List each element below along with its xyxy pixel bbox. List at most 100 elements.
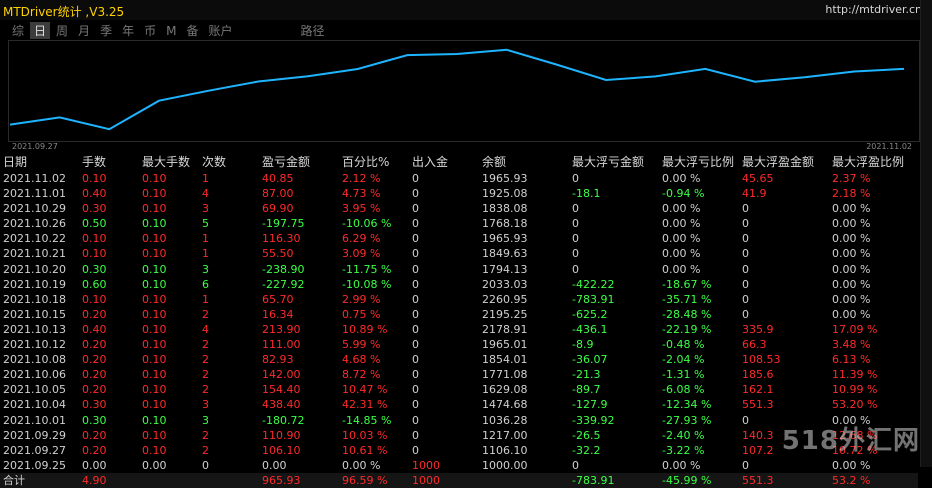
column-header[interactable]: 次数 — [202, 154, 226, 171]
table-cell: 0 — [412, 172, 419, 185]
table-row[interactable]: 2021.10.01 0.30 0.10 3 -180.72 -14.85 % 0 1036.… — [0, 413, 918, 428]
table-cell: 1 — [202, 232, 209, 246]
tab-0[interactable]: 综 — [8, 22, 28, 39]
table-row[interactable]: 2021.09.25 0.00 0.00 0 0.00 0.00 % 1000 1000.00… — [0, 458, 918, 473]
table-row[interactable]: 2021.10.29 0.30 0.10 3 69.90 3.95 % 0 1838.08 0 0… — [0, 201, 918, 216]
table-row[interactable]: 2021.10.08 0.20 0.10 2 82.93 4.68 % 0 1854.01 -3… — [0, 352, 918, 367]
table-row[interactable]: 2021.10.18 0.10 0.10 1 65.70 2.99 % 0 2260.95 -7… — [0, 292, 918, 307]
table-cell: 4.73 % — [342, 187, 381, 201]
table-row[interactable]: 2021.10.26 0.50 0.10 5 -197.75 -10.06 % 0 1768.… — [0, 216, 918, 231]
table-row[interactable]: 2021.10.19 0.60 0.10 6 -227.92 -10.08 % 0 2033.… — [0, 277, 918, 292]
column-header[interactable]: 盈亏金额 — [262, 154, 310, 171]
table-cell: -3.22 % — [662, 443, 705, 457]
tab-5[interactable]: 年 — [118, 22, 138, 39]
table-cell: 1000.00 — [482, 458, 528, 472]
table-cell: -22.19 % — [662, 322, 712, 336]
table-row[interactable]: 2021.10.15 0.20 0.10 2 16.34 0.75 % 0 2195.25 -6… — [0, 307, 918, 322]
table-cell: -21.3 — [572, 368, 601, 382]
table-cell: 0.20 — [82, 443, 107, 457]
table-cell: 0 — [572, 217, 579, 231]
table-cell: 0.00 % — [662, 202, 701, 216]
table-cell: 0.00 % — [832, 217, 871, 231]
table-cell: -27.93 % — [662, 413, 712, 427]
balance-chart: 2021.09.27 2021.11.02 — [8, 40, 920, 152]
table-row[interactable]: 2021.10.04 0.30 0.10 3 438.40 42.31 % 0 1474.68… — [0, 397, 918, 412]
table-cell: 2.12 % — [342, 172, 381, 185]
table-cell: 0 — [412, 353, 419, 367]
table-cell: 116.30 — [262, 232, 301, 246]
column-header[interactable]: 余额 — [482, 154, 506, 171]
tab-3[interactable]: 月 — [74, 22, 94, 39]
table-cell: 0 — [412, 292, 419, 306]
table-cell: 2.99 % — [342, 292, 381, 306]
table-cell: 0.00 % — [832, 458, 871, 472]
table-cell: 0.10 — [142, 428, 167, 442]
table-cell: 0.10 — [82, 292, 107, 306]
tab-7[interactable]: M — [162, 22, 180, 39]
column-header[interactable]: 最大浮盈比例 — [832, 154, 904, 171]
table-cell: -180.72 — [262, 413, 305, 427]
table-row[interactable]: 2021.10.20 0.30 0.10 3 -238.90 -11.75 % 0 1794.… — [0, 262, 918, 277]
table-row[interactable]: 2021.09.29 0.20 0.10 2 110.90 10.03 % 0 1217.00… — [0, 428, 918, 443]
table-cell: 2021.10.18 — [3, 292, 66, 306]
tab-10[interactable]: 路径 — [297, 22, 329, 39]
table-cell: 0.10 — [142, 202, 167, 216]
website-link[interactable]: http://mtdriver.cn — [825, 3, 922, 16]
table-cell: 0 — [572, 172, 579, 185]
table-cell: 69.90 — [262, 202, 294, 216]
tab-8[interactable]: 备 — [182, 22, 202, 39]
table-cell: -6.08 % — [662, 383, 705, 397]
daily-stats-table: 日期 手数 最大手数 次数 盈亏金额 百分比% 出入金 余额 最大浮亏金额 最大浮亏比例 最大浮盈金… — [0, 154, 918, 488]
table-row[interactable]: 2021.11.02 0.10 0.10 1 40.85 2.12 % 0 1965.93 0 0… — [0, 171, 918, 186]
table-row[interactable]: 2021.10.13 0.40 0.10 4 213.90 10.89 % 0 2178.91… — [0, 322, 918, 337]
table-cell: 2021.09.29 — [3, 428, 66, 442]
tab-4[interactable]: 季 — [96, 22, 116, 39]
column-header[interactable]: 最大浮亏金额 — [572, 154, 644, 171]
total-cell: -783.91 — [572, 473, 615, 487]
column-header[interactable]: 最大浮盈金额 — [742, 154, 814, 171]
table-cell: 0 — [742, 202, 749, 216]
column-header[interactable]: 出入金 — [412, 154, 448, 171]
table-row[interactable]: 2021.10.22 0.10 0.10 1 116.30 6.29 % 0 1965.93 0… — [0, 231, 918, 246]
table-cell: 2 — [202, 428, 209, 442]
table-row[interactable]: 2021.09.27 0.20 0.10 2 106.10 10.61 % 0 1106.10… — [0, 443, 918, 458]
tab-1[interactable]: 日 — [30, 22, 51, 39]
table-row[interactable]: 2021.10.05 0.20 0.10 2 154.40 10.47 % 0 1629.08… — [0, 382, 918, 397]
table-cell: -2.04 % — [662, 353, 705, 367]
tab-6[interactable]: 币 — [140, 22, 160, 39]
column-header[interactable]: 最大手数 — [142, 154, 190, 171]
table-cell: 2 — [202, 383, 209, 397]
table-cell: 0 — [412, 202, 419, 216]
table-row[interactable]: 2021.11.01 0.40 0.10 4 87.00 4.73 % 0 1925.08 -1… — [0, 186, 918, 201]
table-cell: -0.48 % — [662, 338, 705, 352]
table-cell: 108.53 — [742, 353, 781, 367]
table-cell: 0 — [412, 443, 419, 457]
vertical-scrollbar[interactable] — [920, 0, 932, 467]
table-cell: 55.50 — [262, 247, 294, 261]
table-cell: -339.92 — [572, 413, 615, 427]
tab-2[interactable]: 周 — [52, 22, 72, 39]
column-header[interactable]: 日期 — [3, 154, 27, 171]
table-row[interactable]: 2021.10.21 0.10 0.10 1 55.50 3.09 % 0 1849.63 0 0… — [0, 246, 918, 261]
table-cell: 0.20 — [82, 383, 107, 397]
table-cell: 0 — [572, 247, 579, 261]
table-cell: 0.00 % — [662, 232, 701, 246]
table-cell: 0 — [742, 232, 749, 246]
table-cell: 3.95 % — [342, 202, 381, 216]
table-cell: 82.93 — [262, 353, 294, 367]
table-cell: 0.00 % — [342, 458, 381, 472]
table-row[interactable]: 2021.10.12 0.20 0.10 2 111.00 5.99 % 0 1965.01 -… — [0, 337, 918, 352]
column-header[interactable]: 百分比% — [342, 154, 389, 171]
table-cell: 0.10 — [142, 368, 167, 382]
table-cell: 0.00 — [82, 458, 107, 472]
column-header[interactable]: 最大浮亏比例 — [662, 154, 734, 171]
table-cell: -8.9 — [572, 338, 594, 352]
table-cell: 17.09 % — [832, 322, 878, 336]
tab-9[interactable]: 账户 — [204, 22, 236, 39]
table-cell: 2021.10.13 — [3, 322, 66, 336]
table-cell: 0 — [412, 428, 419, 442]
table-row[interactable]: 2021.10.06 0.20 0.10 2 142.00 8.72 % 0 1771.08 -… — [0, 367, 918, 382]
table-cell: 1 — [202, 292, 209, 306]
column-header[interactable]: 手数 — [82, 154, 106, 171]
table-cell: 0 — [572, 232, 579, 246]
